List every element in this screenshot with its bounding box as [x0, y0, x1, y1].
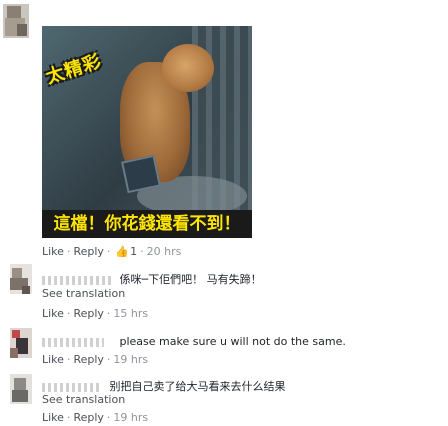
comment-actions: Like · Reply · 15 hrs	[42, 307, 148, 320]
timestamp[interactable]: 19 hrs	[113, 353, 148, 366]
separator-dot: ·	[106, 411, 111, 424]
comment-body: 别把自己卖了给大马看来去什么结果	[109, 380, 286, 393]
commenter-avatar[interactable]	[10, 264, 32, 294]
like-link[interactable]: Like	[42, 245, 64, 258]
reply-link[interactable]: Reply	[73, 353, 103, 366]
timestamp[interactable]: 20 hrs	[147, 245, 182, 258]
meme-banner: 這檔！你花錢還看不到！	[42, 210, 252, 238]
poster-avatar[interactable]	[3, 4, 29, 38]
commenter-avatar[interactable]	[10, 374, 32, 404]
comment-text: 别把自己卖了给大马看来去什么结果	[42, 378, 286, 394]
reply-link[interactable]: Reply	[73, 307, 103, 320]
redacted-name	[42, 275, 112, 285]
separator-dot: ·	[66, 411, 71, 424]
see-translation-link[interactable]: See translation	[42, 287, 125, 300]
comment-text: please make sure u will not do the same.	[42, 335, 346, 348]
separator-dot: ·	[140, 245, 144, 258]
see-translation-link[interactable]: See translation	[42, 393, 125, 406]
redacted-name	[42, 382, 102, 392]
separator-dot: ·	[66, 307, 71, 320]
comment-actions: Like · Reply · 19 hrs	[42, 411, 148, 424]
thumbs-up-icon[interactable]: 👍	[115, 245, 129, 258]
monkey-head	[162, 44, 214, 92]
like-link[interactable]: Like	[42, 353, 64, 366]
redacted-name	[42, 337, 104, 347]
reply-link[interactable]: Reply	[73, 411, 103, 424]
comment-text: 係咪─下佢們吧！ 马有失蹄！	[42, 271, 262, 287]
comment-actions: Like · Reply · 19 hrs	[42, 353, 148, 366]
meme-image[interactable]: 太精彩 這檔！你花錢還看不到！	[42, 26, 252, 238]
commenter-avatar[interactable]	[10, 328, 32, 358]
separator-dot: ·	[106, 353, 111, 366]
comment-body: 係咪─下佢們吧！ 马有失蹄！	[119, 273, 262, 286]
like-link[interactable]: Like	[42, 411, 64, 424]
separator-dot: ·	[66, 245, 71, 258]
comment-body: please make sure u will not do the same.	[119, 335, 346, 348]
post-actions: Like · Reply · 👍1 · 20 hrs	[42, 245, 181, 258]
timestamp[interactable]: 19 hrs	[113, 411, 148, 424]
separator-dot: ·	[106, 307, 111, 320]
like-count[interactable]: 1	[130, 245, 137, 258]
like-link[interactable]: Like	[42, 307, 64, 320]
reply-link[interactable]: Reply	[73, 245, 103, 258]
separator-dot: ·	[66, 353, 71, 366]
separator-dot: ·	[106, 245, 111, 258]
timestamp[interactable]: 15 hrs	[113, 307, 148, 320]
